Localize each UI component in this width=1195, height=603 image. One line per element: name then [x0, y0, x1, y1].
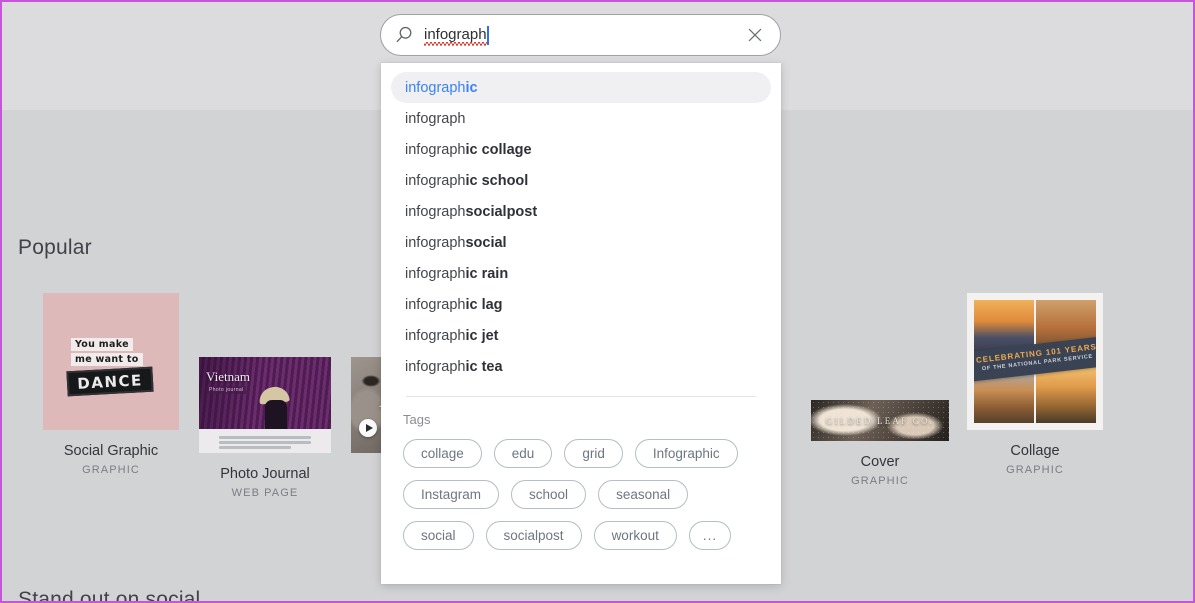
suggestion-prefix: infograph [405, 203, 466, 220]
popular-section-title: Popular [18, 236, 92, 259]
tag-list: collage edu grid Infographic Instagram school… [403, 439, 759, 550]
journal-photo: Vietnam Photo journal [199, 357, 331, 429]
search-bar[interactable]: infograph [380, 14, 781, 56]
art-text-line-1: You make [71, 338, 133, 351]
suggestion-completion: ic lag [465, 296, 503, 313]
card-photo-journal[interactable]: Vietnam Photo journal Photo Journal WEB … [199, 357, 331, 499]
tag-more-button[interactable]: ... [688, 521, 732, 550]
play-icon[interactable] [359, 419, 377, 437]
art-text-line-2: me want to [71, 353, 143, 366]
spellcheck-underline [424, 42, 487, 46]
suggestion-completion: ic jet [465, 327, 499, 344]
skeleton-line [219, 436, 311, 439]
suggestion-item-6[interactable]: infograph ic rain [391, 258, 771, 289]
card-thumbnail[interactable]: GILDED LEAF CO. [811, 400, 949, 441]
journal-sublabel: Photo journal [207, 386, 246, 394]
card-social-graphic[interactable]: You make me want to DANCE Social Graphic… [43, 293, 179, 476]
search-field[interactable]: infograph [380, 14, 781, 56]
skeleton-line [219, 441, 311, 444]
suggestion-item-5[interactable]: infograph social [391, 227, 771, 258]
suggestion-item-0[interactable]: infograph ic [391, 72, 771, 103]
collage-photo-grid: CELEBRATING 101 YEARS OF THE NATIONAL PA… [974, 300, 1096, 423]
card-thumbnail[interactable]: Vietnam Photo journal [199, 357, 331, 453]
tag-edu[interactable]: edu [493, 439, 553, 468]
suggestion-item-4[interactable]: infograph socialpost [391, 196, 771, 227]
search-input[interactable]: infograph [424, 23, 738, 47]
card-kind: GRAPHIC [851, 475, 909, 487]
card-title: Social Graphic [63, 443, 159, 459]
suggestion-item-1[interactable]: infograph [391, 103, 771, 134]
suggestion-completion: ic [465, 79, 478, 96]
suggestion-prefix: infograph [405, 234, 466, 251]
suggestion-prefix: infograph [405, 358, 466, 375]
journal-label: Vietnam [206, 369, 250, 384]
card-cover[interactable]: GILDED LEAF CO. Cover GRAPHIC [811, 400, 949, 487]
card-collage[interactable]: CELEBRATING 101 YEARS OF THE NATIONAL PA… [967, 293, 1103, 476]
tags-section: Tags collage edu grid Infographic Instagram s… [381, 397, 781, 550]
suggestion-prefix: infograph [405, 265, 466, 282]
social-section-title: Stand out on social [18, 588, 201, 603]
journal-person-shape [265, 400, 287, 429]
suggestion-prefix: infograph [405, 110, 466, 127]
card-title: Cover [860, 454, 900, 470]
card-thumbnail[interactable]: You make me want to DANCE [43, 293, 179, 430]
suggestion-item-8[interactable]: infograph ic jet [391, 320, 771, 351]
suggestion-prefix: infograph [405, 172, 466, 189]
tags-label: Tags [403, 412, 431, 427]
tag-seasonal[interactable]: seasonal [598, 480, 689, 509]
art-text-line-3: DANCE [76, 370, 144, 393]
suggestion-completion: ic school [465, 172, 529, 189]
tag-workout[interactable]: workout [593, 521, 677, 550]
tag-instagram[interactable]: Instagram [403, 480, 500, 509]
suggestion-item-9[interactable]: infograph ic tea [391, 351, 771, 382]
browser-viewport: Popular You make me want to DANCE Social… [0, 0, 1195, 603]
search-suggestions-panel: infograph ic infograph infograph ic collage i… [381, 63, 781, 584]
card-thumbnail[interactable]: CELEBRATING 101 YEARS OF THE NATIONAL PA… [967, 293, 1103, 430]
card-kind: WEB PAGE [231, 487, 299, 499]
cover-brand-text: GILDED LEAF CO. [825, 415, 935, 426]
card-kind: GRAPHIC [1006, 464, 1064, 476]
suggestion-completion: social [465, 234, 507, 251]
suggestion-completion: ic collage [465, 141, 532, 158]
tag-school[interactable]: school [511, 480, 587, 509]
suggestion-completion: ic rain [465, 265, 509, 282]
card-title: Collage [1010, 443, 1060, 459]
art-dance-banner: DANCE [66, 366, 154, 397]
text-caret [486, 25, 489, 45]
suggestion-list: infograph ic infograph infograph ic collage i… [381, 63, 781, 382]
suggestion-item-7[interactable]: infograph ic lag [391, 289, 771, 320]
clear-search-button[interactable] [738, 18, 772, 52]
suggestion-prefix: infograph [405, 79, 466, 96]
card-kind: GRAPHIC [82, 464, 140, 476]
suggestion-prefix: infograph [405, 296, 466, 313]
tag-collage[interactable]: collage [403, 439, 482, 468]
tag-social[interactable]: social [403, 521, 474, 550]
search-input-value: infograph [424, 26, 487, 46]
suggestion-item-2[interactable]: infograph ic collage [391, 134, 771, 165]
suggestion-prefix: infograph [405, 141, 466, 158]
tag-infographic[interactable]: Infographic [634, 439, 738, 468]
suggestion-completion: socialpost [465, 203, 538, 220]
suggestion-prefix: infograph [405, 327, 466, 344]
card-title: Photo Journal [220, 466, 310, 482]
suggestion-completion: ic tea [465, 358, 503, 375]
skeleton-line [219, 446, 291, 449]
suggestion-item-3[interactable]: infograph ic school [391, 165, 771, 196]
search-icon [394, 25, 414, 45]
tag-socialpost[interactable]: socialpost [485, 521, 582, 550]
tag-grid[interactable]: grid [564, 439, 623, 468]
